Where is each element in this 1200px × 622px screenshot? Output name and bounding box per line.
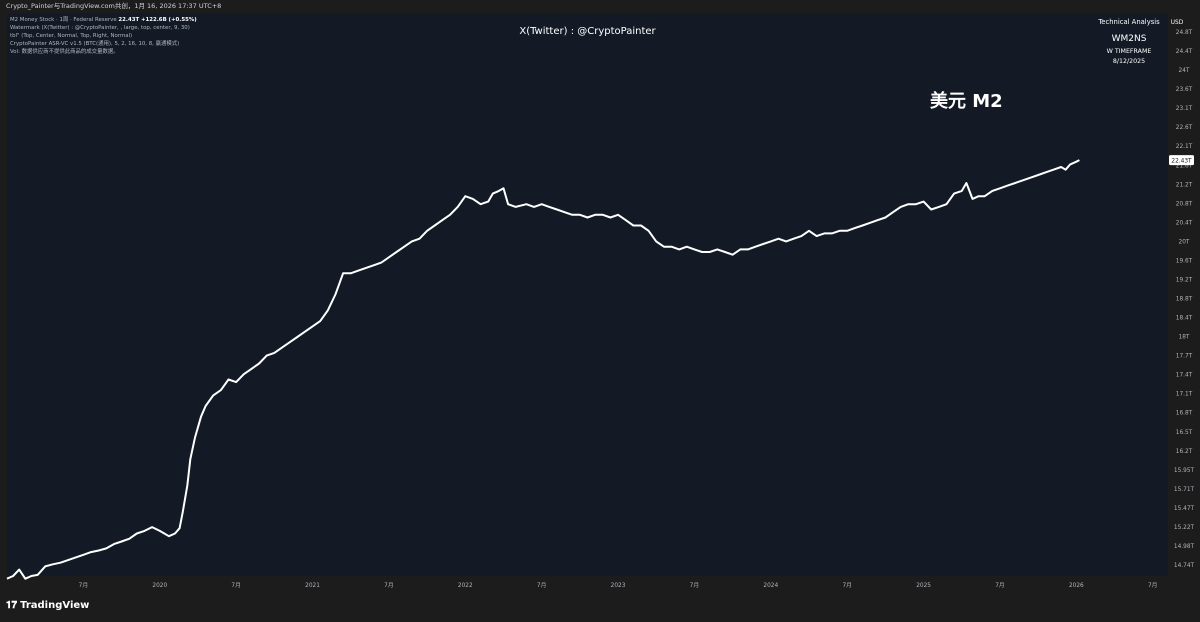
last-value-badge: 22.43T <box>1169 155 1194 166</box>
x-tick-label: 7月 <box>1148 582 1158 589</box>
series-line-group <box>6 159 1080 580</box>
x-tick-label: 2023 <box>611 583 626 589</box>
x-tick-label: 2020 <box>152 583 167 589</box>
x-tick-label: 7月 <box>384 582 394 589</box>
y-tick-label: 21.2T <box>1176 182 1193 188</box>
x-tick-label: 7月 <box>995 582 1005 589</box>
y-tick-label: 18T <box>1179 335 1190 341</box>
y-tick-label: 18.4T <box>1176 316 1193 322</box>
y-tick-label: 17.1T <box>1176 392 1193 398</box>
y-tick-label: 24.8T <box>1176 30 1193 36</box>
y-tick-label: 24.4T <box>1176 49 1193 55</box>
y-tick-label: 14.74T <box>1174 563 1195 569</box>
x-tick-label: 7月 <box>79 582 89 589</box>
y-tick-label: 14.98T <box>1174 544 1195 550</box>
y-tick-label: 19.6T <box>1176 258 1193 264</box>
y-tick-label: 20.4T <box>1176 220 1193 226</box>
y-tick-label: 17.4T <box>1176 373 1193 379</box>
technical-analysis-panel: Technical Analysis WM2NS W TIMEFRAME 8/1… <box>1081 18 1177 66</box>
x-tick-label: 2021 <box>305 583 320 589</box>
panel-date: 8/12/2025 <box>1112 57 1146 65</box>
tradingview-logo[interactable]: 𝟏𝟕 TradingView <box>6 600 89 611</box>
y-tick-label: 17.7T <box>1176 354 1193 360</box>
last-value-label: 22.43T <box>1171 158 1192 164</box>
x-tick-label: 7月 <box>690 582 700 589</box>
x-tick-label: 2024 <box>763 583 778 589</box>
x-tick-label: 2025 <box>916 583 931 589</box>
tradingview-logo-text: TradingView <box>20 600 90 611</box>
panel-timeframe: W TIMEFRAME <box>1106 48 1152 55</box>
panel-title: Technical Analysis <box>1098 18 1160 26</box>
legend-series-name: M2 Money Stock · 1周 · Federal Reserve <box>10 17 117 23</box>
y-tick-label: 24T <box>1179 68 1190 74</box>
y-tick-label: 22.6T <box>1176 125 1193 131</box>
tradingview-logo-icon: 𝟏𝟕 <box>6 600 18 611</box>
chart-svg[interactable]: 24.8T24.4T24T23.6T23.1T22.6T22.1T21.6T21… <box>0 0 1200 622</box>
y-axis[interactable]: 24.8T24.4T24T23.6T23.1T22.6T22.1T21.6T21… <box>1174 30 1195 569</box>
x-tick-label: 2022 <box>458 583 473 589</box>
x-tick-label: 7月 <box>537 582 547 589</box>
x-axis[interactable]: 7月 2020 7月 2021 7月 2022 7月 2023 7月 2024 7月 2025 7月 20… <box>79 582 1158 589</box>
x-tick-label: 2026 <box>1069 583 1084 589</box>
y-tick-label: 15.71T <box>1174 487 1195 493</box>
y-tick-label: 23.6T <box>1176 87 1193 93</box>
y-tick-label: 15.22T <box>1174 525 1195 531</box>
y-tick-label: 20T <box>1179 239 1190 245</box>
y-tick-label: 16.8T <box>1176 411 1193 417</box>
y-tick-label: 18.8T <box>1176 297 1193 303</box>
legend-series-value: 22.43T +122.6B (+0.55%) <box>118 17 197 23</box>
chart-title: 美元 M2 <box>930 91 1003 112</box>
panel-symbol: WM2NS <box>1111 34 1147 44</box>
y-tick-label: 16.2T <box>1176 449 1193 455</box>
x-tick-label: 7月 <box>231 582 241 589</box>
y-tick-label: 23.1T <box>1176 106 1193 112</box>
legend-series-row[interactable]: M2 Money Stock · 1周 · Federal Reserve 22… <box>10 16 197 24</box>
legend-row-indicator[interactable]: CryptoPainter ASR-VC v1.5 (BTC(通用), 5, 2… <box>10 40 197 48</box>
twitter-watermark: X(Twitter) : @CryptoPainter <box>519 26 656 37</box>
y-tick-label: 15.95T <box>1174 468 1195 474</box>
x-tick-label: 7月 <box>842 582 852 589</box>
y-tick-label: 15.47T <box>1174 506 1195 512</box>
series-line <box>6 159 1080 580</box>
y-tick-label: 16.5T <box>1176 430 1193 436</box>
legend-row-volume[interactable]: Vol: 数据供应商不提供此商品的成交量数据。 <box>10 48 197 56</box>
y-tick-label: 20.8T <box>1176 201 1193 207</box>
y-tick-label: 22.1T <box>1176 144 1193 150</box>
y-tick-label: 19.2T <box>1176 277 1193 283</box>
